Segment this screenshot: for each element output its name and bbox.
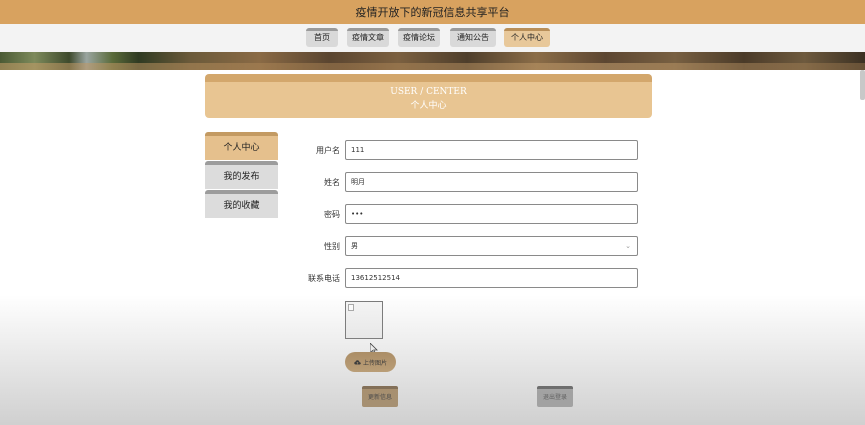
nav-user-center[interactable]: 个人中心 bbox=[504, 28, 550, 47]
phone-label: 联系电话 bbox=[308, 273, 340, 283]
nav-epidemic-articles[interactable]: 疫情文章 bbox=[347, 28, 389, 47]
nav-home[interactable]: 首页 bbox=[306, 28, 338, 47]
password-row: 密码 ••• bbox=[290, 204, 640, 224]
upload-image-button[interactable]: 上传图片 bbox=[345, 352, 396, 372]
logout-button[interactable]: 退出登录 bbox=[537, 386, 573, 407]
username-label: 用户名 bbox=[316, 145, 340, 155]
site-title: 疫情开放下的新冠信息共享平台 bbox=[355, 6, 510, 19]
main-nav: 首页 疫情文章 疫情论坛 通知公告 个人中心 bbox=[0, 24, 865, 52]
page-scrollbar[interactable] bbox=[860, 70, 865, 100]
sidebar-item-my-posts[interactable]: 我的发布 bbox=[205, 161, 278, 189]
header-title-en: USER / CENTER bbox=[390, 87, 467, 97]
bottom-fade-overlay bbox=[0, 295, 865, 425]
phone-row: 联系电话 13612512514 bbox=[290, 268, 640, 288]
gender-label: 性别 bbox=[324, 241, 340, 251]
nav-epidemic-forum[interactable]: 疫情论坛 bbox=[398, 28, 440, 47]
nav-notices[interactable]: 通知公告 bbox=[450, 28, 496, 47]
banner-reflection bbox=[0, 63, 865, 70]
sidebar-item-my-favorites[interactable]: 我的收藏 bbox=[205, 190, 278, 218]
phone-field[interactable]: 13612512514 bbox=[345, 268, 638, 288]
header-title-cn: 个人中心 bbox=[410, 101, 447, 111]
name-label: 姓名 bbox=[324, 177, 340, 187]
gender-row: 性别 男 ⌄ bbox=[290, 236, 640, 256]
upload-image-label: 上传图片 bbox=[362, 359, 387, 367]
user-center-header: USER / CENTER 个人中心 bbox=[205, 74, 652, 118]
password-label: 密码 bbox=[324, 209, 340, 219]
password-field[interactable]: ••• bbox=[345, 204, 638, 224]
gender-select[interactable]: 男 ⌄ bbox=[345, 236, 638, 256]
broken-image-icon bbox=[348, 304, 354, 311]
cloud-upload-icon bbox=[354, 359, 361, 364]
username-row: 用户名 111 bbox=[290, 140, 640, 160]
gender-value: 男 bbox=[351, 242, 358, 250]
avatar-image bbox=[345, 301, 383, 339]
top-title-bar: 疫情开放下的新冠信息共享平台 bbox=[0, 0, 865, 24]
update-info-button[interactable]: 更新信息 bbox=[362, 386, 398, 407]
name-field[interactable]: 明月 bbox=[345, 172, 638, 192]
chevron-down-icon: ⌄ bbox=[625, 242, 631, 250]
username-field[interactable]: 111 bbox=[345, 140, 638, 160]
name-row: 姓名 明月 bbox=[290, 172, 640, 192]
sidebar-item-user-center[interactable]: 个人中心 bbox=[205, 132, 278, 160]
